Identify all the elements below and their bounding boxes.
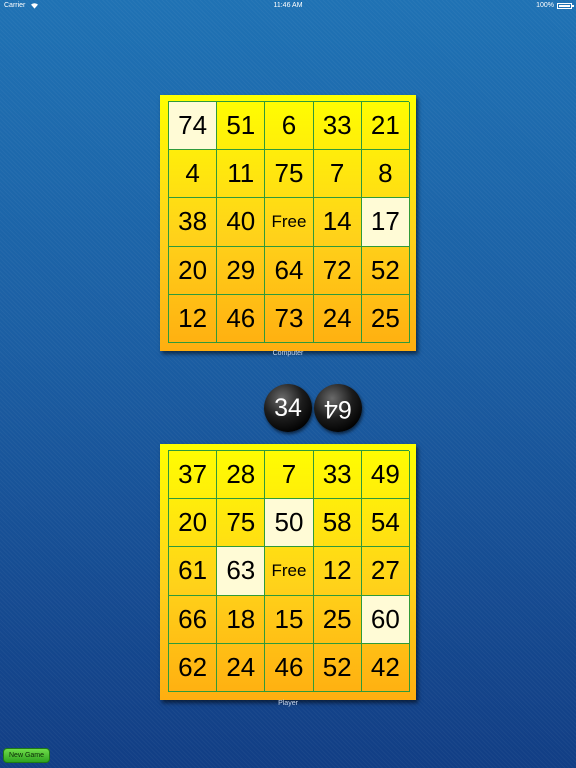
player-card-label: Player [278,700,298,707]
bingo-cell: 12 [169,294,218,343]
bingo-cell: 20 [169,246,218,295]
bingo-cell: 29 [217,246,266,295]
bingo-cell[interactable]: 15 [265,595,314,644]
bingo-cell: 4 [169,150,218,199]
bingo-cell: 33 [313,102,362,151]
bingo-cell: 64 [265,246,314,295]
battery-icon [557,3,574,9]
battery-percent: 100% [536,2,554,9]
bingo-cell[interactable]: 75 [217,499,266,548]
bingo-cell[interactable]: 50 [265,499,314,548]
bingo-cell[interactable]: 33 [313,451,362,500]
bingo-cell: 73 [265,294,314,343]
bingo-cell: 51 [217,102,266,151]
bingo-cell[interactable]: 18 [217,595,266,644]
bingo-cell[interactable]: 28 [217,451,266,500]
new-game-button[interactable]: New Game [3,748,51,763]
bingo-cell: 74 [169,102,218,151]
status-bar: Carrier 11:46 AM 100% [0,0,576,12]
free-space-cell[interactable]: Free [265,547,314,596]
bingo-cell: 8 [361,150,410,199]
called-ball-previous: 64 [314,384,362,432]
bingo-cell: 75 [265,150,314,199]
bingo-cell: 38 [169,198,218,247]
bingo-cell: 25 [361,294,410,343]
computer-grid: 74 51 6 33 21 4 11 75 7 8 38 40 Free 14 17 20 29 64 72 52 12… [168,101,410,343]
bingo-cell[interactable]: 27 [361,547,410,596]
bingo-cell: 40 [217,198,266,247]
bingo-cell[interactable]: 12 [313,547,362,596]
called-ball-current: 34 [264,384,312,432]
bingo-cell: 52 [361,246,410,295]
bingo-cell[interactable]: 54 [361,499,410,548]
bingo-cell[interactable]: 46 [265,643,314,692]
bingo-cell[interactable]: 24 [217,643,266,692]
bingo-cell[interactable]: 66 [169,595,218,644]
bingo-cell[interactable]: 37 [169,451,218,500]
status-time: 11:46 AM [273,2,303,9]
bingo-cell: 24 [313,294,362,343]
bingo-cell[interactable]: 25 [313,595,362,644]
bingo-cell: 11 [217,150,266,199]
bingo-cell[interactable]: 20 [169,499,218,548]
free-space-cell: Free [265,198,314,247]
bingo-cell: 7 [313,150,362,199]
bingo-cell: 6 [265,102,314,151]
bingo-cell[interactable]: 49 [361,451,410,500]
bingo-cell: 17 [361,198,410,247]
bingo-cell[interactable]: 7 [265,451,314,500]
bingo-cell[interactable]: 42 [361,643,410,692]
bingo-cell: 14 [313,198,362,247]
bingo-cell: 72 [313,246,362,295]
bingo-cell[interactable]: 61 [169,547,218,596]
computer-bingo-card: 74 51 6 33 21 4 11 75 7 8 38 40 Free 14 17 20 29 64 72 52 12… [160,95,416,351]
bingo-cell[interactable]: 62 [169,643,218,692]
bingo-cell[interactable]: 52 [313,643,362,692]
bingo-cell[interactable]: 58 [313,499,362,548]
computer-card-label: Computer [272,350,304,357]
bingo-cell: 21 [361,102,410,151]
bingo-cell[interactable]: 63 [217,547,266,596]
player-grid: 37 28 7 33 49 20 75 50 58 54 61 63 Free 12 27 66 18 15 25 6… [168,450,410,692]
player-bingo-card: 37 28 7 33 49 20 75 50 58 54 61 63 Free 12 27 66 18 15 25 6… [160,444,416,700]
bingo-cell[interactable]: 60 [361,595,410,644]
bingo-cell: 46 [217,294,266,343]
